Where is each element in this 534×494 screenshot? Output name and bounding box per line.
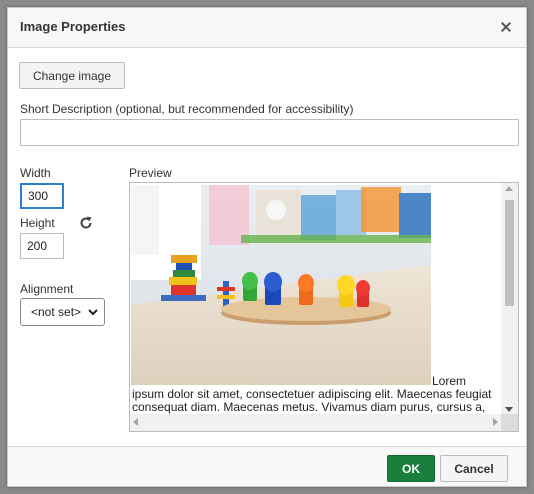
alignment-selected-value: <not set> xyxy=(31,305,82,319)
refresh-lock-icon[interactable] xyxy=(78,215,94,231)
scroll-left-icon[interactable] xyxy=(133,418,138,426)
width-input[interactable] xyxy=(20,183,64,209)
cancel-button[interactable]: Cancel xyxy=(440,455,508,482)
short-description-input[interactable] xyxy=(20,119,519,146)
change-image-button[interactable]: Change image xyxy=(19,62,125,89)
chevron-down-icon xyxy=(88,309,98,316)
close-icon[interactable] xyxy=(496,17,516,37)
scroll-up-icon[interactable] xyxy=(505,186,513,191)
scroll-right-icon[interactable] xyxy=(493,418,498,426)
horizontal-scrollbar[interactable] xyxy=(130,414,501,431)
vertical-scrollbar[interactable] xyxy=(501,183,518,415)
preview-text: Lorem ipsum dolor sit amet, consectetuer… xyxy=(132,375,502,414)
image-properties-dialog: Image Properties Change image Short Desc… xyxy=(7,7,527,487)
vertical-scroll-thumb[interactable] xyxy=(505,200,514,306)
height-label: Height xyxy=(20,216,55,230)
short-description-label: Short Description (optional, but recomme… xyxy=(20,102,354,116)
preview-image xyxy=(131,185,431,385)
scroll-down-icon[interactable] xyxy=(505,407,513,412)
preview-text-line: ipsum dolor sit amet, consectetuer adipi… xyxy=(132,388,492,401)
scrollbar-corner xyxy=(501,414,518,431)
preview-pane: Lorem ipsum dolor sit amet, consectetuer… xyxy=(129,182,519,432)
alignment-select[interactable]: <not set> xyxy=(20,298,105,326)
preview-text-line: consequat diam. Maecenas metus. Vivamus … xyxy=(132,401,486,414)
ok-button[interactable]: OK xyxy=(387,455,435,482)
height-input[interactable] xyxy=(20,233,64,259)
width-label: Width xyxy=(20,166,51,180)
preview-label: Preview xyxy=(129,166,172,180)
dialog-titlebar: Image Properties xyxy=(8,8,526,48)
alignment-label: Alignment xyxy=(20,282,74,296)
preview-text-line: Lorem xyxy=(432,375,467,388)
dialog-footer: OK Cancel xyxy=(8,446,526,486)
dialog-title: Image Properties xyxy=(20,19,126,34)
